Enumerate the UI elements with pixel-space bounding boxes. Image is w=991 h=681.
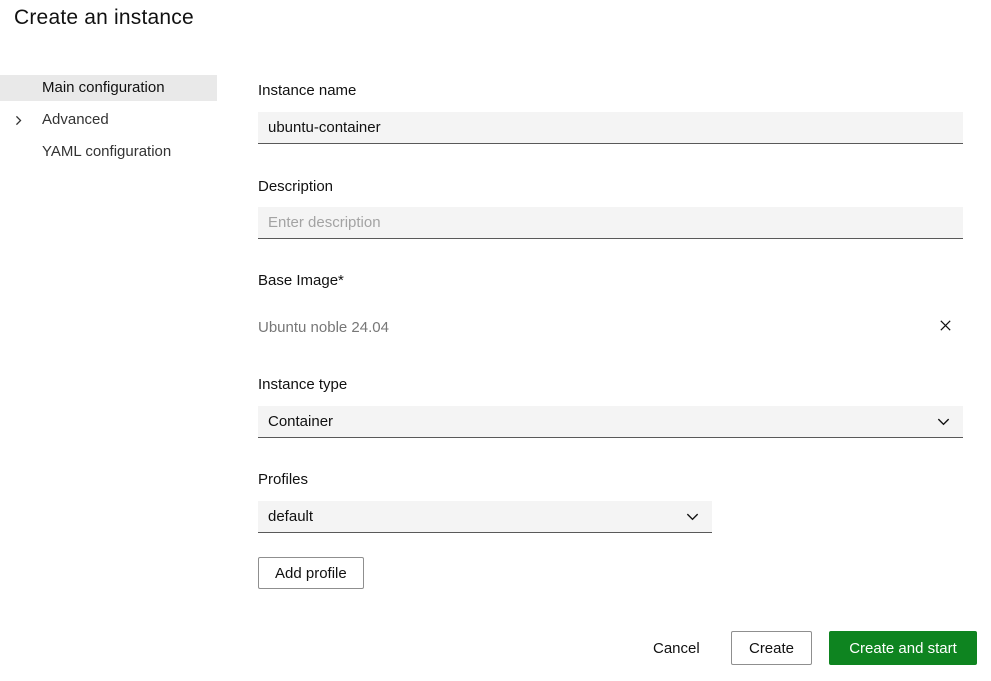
base-image-label: Base Image*: [258, 272, 344, 289]
sidebar-item-label: Advanced: [42, 111, 109, 128]
profiles-select[interactable]: default: [258, 501, 712, 533]
config-sidebar: Main configuration Advanced YAML configu…: [0, 75, 217, 171]
instance-name-input[interactable]: [258, 112, 963, 144]
sidebar-item-label: YAML configuration: [42, 143, 172, 160]
base-image-row: Ubuntu noble 24.04: [258, 315, 963, 339]
sidebar-item-yaml-configuration[interactable]: YAML configuration: [0, 139, 217, 165]
base-image-value: Ubuntu noble 24.04: [258, 318, 389, 336]
profiles-value: default: [268, 508, 314, 525]
create-button[interactable]: Create: [731, 631, 812, 665]
instance-name-label: Instance name: [258, 82, 357, 99]
page-title: Create an instance: [14, 6, 194, 29]
sidebar-item-label: Main configuration: [42, 79, 165, 96]
instance-type-select[interactable]: Container: [258, 406, 963, 438]
main-configuration-form: Instance name Description Base Image* Ub…: [258, 75, 963, 615]
instance-type-value: Container: [268, 413, 334, 430]
add-profile-button[interactable]: Add profile: [258, 557, 364, 589]
cancel-button[interactable]: Cancel: [645, 631, 708, 665]
instance-type-label: Instance type: [258, 376, 348, 393]
chevron-down-icon: [685, 509, 700, 524]
sidebar-item-advanced[interactable]: Advanced: [0, 107, 217, 133]
create-instance-panel: Create an instance Main configuration Ad…: [0, 0, 991, 681]
sidebar-item-main-configuration[interactable]: Main configuration: [0, 75, 217, 101]
description-input[interactable]: [258, 207, 963, 239]
chevron-down-icon: [936, 414, 951, 429]
chevron-right-icon[interactable]: [12, 114, 24, 126]
create-and-start-button[interactable]: Create and start: [829, 631, 977, 665]
description-label: Description: [258, 178, 334, 195]
profiles-label: Profiles: [258, 471, 309, 488]
close-icon[interactable]: [936, 316, 954, 334]
